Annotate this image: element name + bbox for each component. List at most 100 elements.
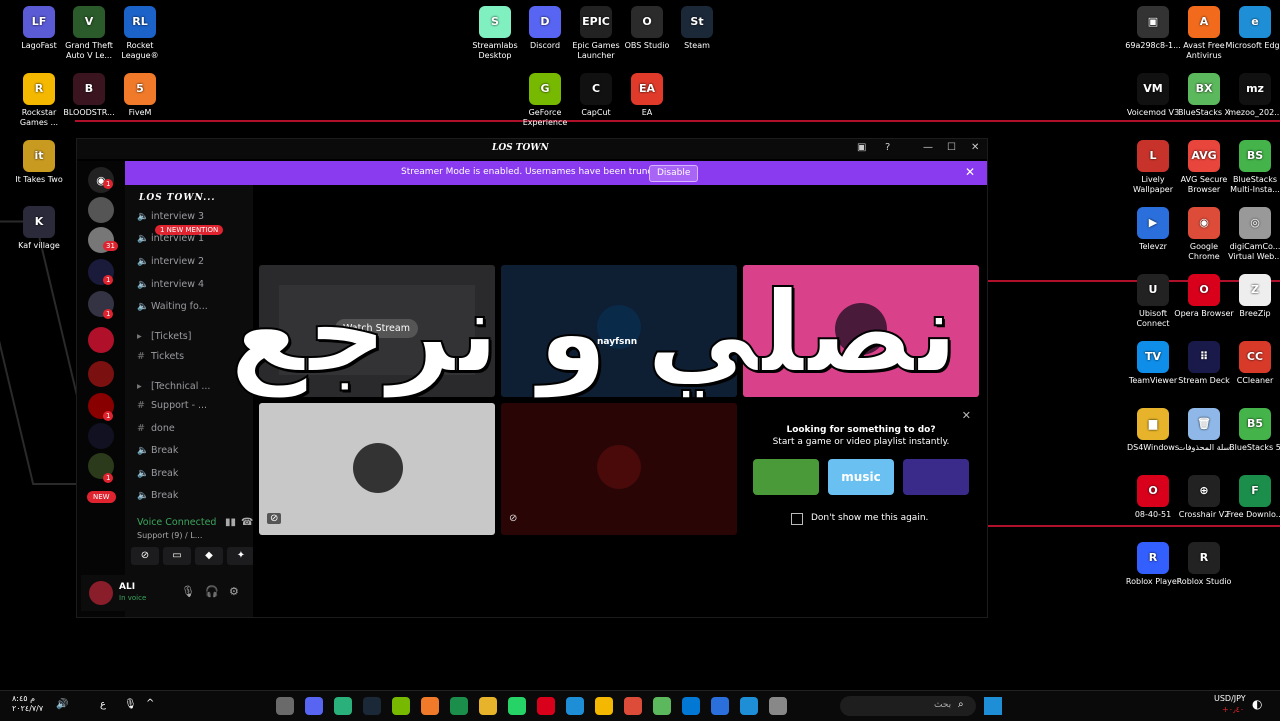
server-icon[interactable] <box>88 361 114 387</box>
channel-name: interview 4 <box>151 279 205 290</box>
edge-icon[interactable] <box>566 697 584 715</box>
desktop-icon[interactable]: it It Takes Two <box>9 140 69 185</box>
mic-icon[interactable]: 🎙 <box>181 585 195 598</box>
server-icon[interactable] <box>88 423 114 449</box>
app-icon: A <box>1188 6 1220 38</box>
disconnect-icon[interactable]: ☎ <box>241 517 253 528</box>
app-icon: L <box>1137 140 1169 172</box>
app-icon: RL <box>124 6 156 38</box>
channel-item[interactable]: 🔈 Break <box>137 445 253 456</box>
rockstar-icon[interactable] <box>595 697 613 715</box>
desktop-icon[interactable]: B5 BlueStacks 5 <box>1225 408 1280 453</box>
desktop-icon[interactable]: CC CCleaner <box>1225 341 1280 386</box>
geforce-icon[interactable] <box>392 697 410 715</box>
outlook-icon[interactable] <box>682 697 700 715</box>
desktop-icon[interactable]: BS BlueStacks Multi-Insta... <box>1225 140 1280 195</box>
start-icon[interactable] <box>984 697 1002 715</box>
title-bar[interactable]: LOS TOWN ▣ ? — ☐ ✕ <box>77 139 987 159</box>
close-banner-icon[interactable]: ✕ <box>965 165 975 179</box>
headphones-icon[interactable]: 🎧 <box>205 585 219 598</box>
avatar[interactable] <box>89 581 113 605</box>
desktop-icon[interactable]: ◎ digiCamCo... Virtual Web... <box>1225 207 1280 262</box>
desktop-icon[interactable]: 5 FiveM <box>110 73 170 118</box>
maximize-button[interactable]: ☐ <box>947 142 956 153</box>
bluestacks-icon[interactable] <box>653 697 671 715</box>
desktop-icon[interactable]: K Kaf village <box>9 206 69 251</box>
minimize-button[interactable]: — <box>923 142 933 153</box>
desktop-icon[interactable]: e Microsoft Edge <box>1225 6 1280 51</box>
currency-label[interactable]: USD/JPY <box>1214 694 1246 703</box>
settings-gear-icon[interactable]: ⚙ <box>229 585 239 598</box>
app-icon: St <box>681 6 713 38</box>
new-badge: NEW <box>87 491 116 503</box>
xbox-icon[interactable] <box>450 697 468 715</box>
dont-show-checkbox[interactable] <box>791 513 803 525</box>
signal-icon[interactable]: ▮▮ <box>225 517 236 528</box>
clock[interactable]: م ٨:٤٥ ٢٠٢٤/٧/٧ <box>12 694 43 714</box>
app-icon[interactable] <box>769 697 787 715</box>
disable-button[interactable]: Disable <box>649 165 699 182</box>
settings-icon[interactable] <box>276 697 294 715</box>
desktop-icon[interactable]: mz mezoo_202... <box>1225 73 1280 118</box>
desktop-icon-label: Rocket League® <box>121 41 159 60</box>
desktop-icon[interactable]: R Roblox Studio <box>1174 542 1234 587</box>
app-icon: it <box>23 140 55 172</box>
voice-channel-name[interactable]: Support (9) / L... <box>137 531 202 540</box>
activity-suggestion: ✕ Looking for something to do? Start a g… <box>743 403 979 535</box>
search-icon: ⌕ <box>958 699 964 710</box>
file-explorer-icon[interactable] <box>479 697 497 715</box>
desktop-icon[interactable]: F Free Downlo... <box>1225 475 1280 520</box>
app-icon[interactable] <box>711 697 729 715</box>
app-icon: 5 <box>124 73 156 105</box>
close-button[interactable]: ✕ <box>971 142 979 153</box>
app-icon: O <box>631 6 663 38</box>
soundboard-icon[interactable]: ✦ <box>227 547 255 565</box>
store-icon[interactable] <box>740 697 758 715</box>
screen-share-icon[interactable]: ▭ <box>163 547 191 565</box>
time-label: م ٨:٤٥ <box>12 694 36 703</box>
app-icon: LF <box>23 6 55 38</box>
chrome-icon[interactable] <box>624 697 642 715</box>
speaker-icon[interactable]: 🔊 <box>56 699 68 710</box>
discord-icon[interactable] <box>305 697 323 715</box>
user-tile[interactable]: ⊘ <box>501 403 737 535</box>
widgets-icon[interactable]: ◐ <box>1252 697 1262 711</box>
voice-connected-label[interactable]: Voice Connected <box>137 517 216 528</box>
desktop-icon[interactable]: Z BreeZip <box>1225 274 1280 319</box>
chevron-up-icon[interactable]: ^ <box>146 698 154 709</box>
user-name[interactable]: ALI <box>119 582 135 592</box>
channel-item[interactable]: # done <box>137 423 253 434</box>
desktop-icon[interactable]: St Steam <box>667 6 727 51</box>
search-box[interactable]: بحث ⌕ <box>840 696 976 716</box>
desktop-icon[interactable]: RL Rocket League® <box>110 6 170 61</box>
channel-item[interactable]: 🔈 interview 3 <box>137 211 253 222</box>
channel-item[interactable]: 🔈 interview 2 <box>137 256 253 267</box>
activity-thumb-meme[interactable] <box>903 459 969 495</box>
close-suggestion-icon[interactable]: ✕ <box>962 409 971 422</box>
opera-icon[interactable] <box>537 697 555 715</box>
server-icon[interactable] <box>88 327 114 353</box>
steam-icon[interactable] <box>363 697 381 715</box>
streamlabs-icon[interactable] <box>334 697 352 715</box>
mic-tray-icon[interactable]: 🎙 <box>124 699 137 710</box>
user-tile[interactable]: ⊘ <box>259 403 495 535</box>
channel-item[interactable]: # Support - ... <box>137 400 253 411</box>
channel-item[interactable]: 🔈 Break <box>137 468 253 479</box>
camera-icon[interactable]: ⊘ <box>131 547 159 565</box>
channel-item[interactable]: 🔈 Break <box>137 490 253 501</box>
server-icon[interactable] <box>88 197 114 223</box>
app-icon: O <box>1137 475 1169 507</box>
channel-type-icon: 🔈 <box>137 301 149 312</box>
activity-icon[interactable]: ◆ <box>195 547 223 565</box>
activity-thumb-music[interactable]: music <box>828 459 894 495</box>
activity-thumb-game[interactable] <box>753 459 819 495</box>
app-icon: VM <box>1137 73 1169 105</box>
server-name[interactable]: LOS TOWN... <box>139 193 216 203</box>
channel-item[interactable]: 🔈 interview 1 <box>137 233 253 244</box>
whatsapp-icon[interactable] <box>508 697 526 715</box>
help-icon[interactable]: ? <box>885 142 890 153</box>
fivem-icon[interactable] <box>421 697 439 715</box>
language-indicator[interactable]: ع <box>100 699 106 710</box>
desktop-icon[interactable]: EA EA <box>617 73 677 118</box>
inbox-icon[interactable]: ▣ <box>857 142 866 153</box>
